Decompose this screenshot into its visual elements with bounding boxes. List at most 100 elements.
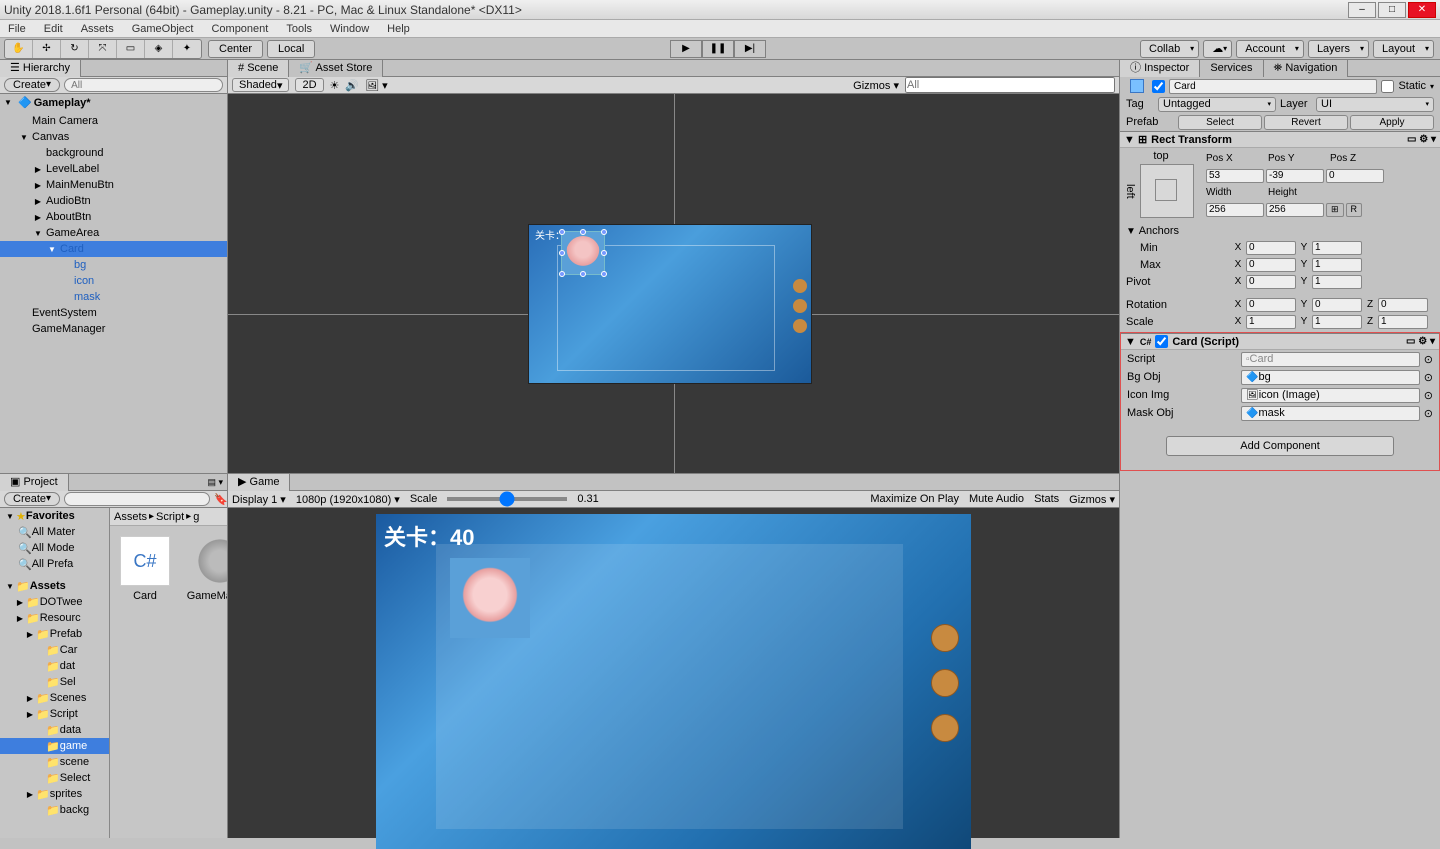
hierarchy-item[interactable]: Main Camera <box>0 113 227 129</box>
menu-file[interactable]: File <box>4 23 30 35</box>
window-max-button[interactable]: □ <box>1378 2 1406 18</box>
game-side-btn-2[interactable] <box>931 669 959 697</box>
asset-card[interactable]: C# Card <box>120 536 170 602</box>
posz-field[interactable] <box>1326 169 1384 183</box>
scene-name[interactable]: ▼🔷 Gameplay* <box>0 94 227 111</box>
game-side-btn-3[interactable] <box>931 714 959 742</box>
tool-move[interactable]: ✢ <box>33 40 61 58</box>
mask-obj-field[interactable]: 🔷 mask <box>1241 406 1420 421</box>
rect-transform-header[interactable]: ▼ ⊞ Rect Transform▭ ⚙ ▾ <box>1120 131 1440 148</box>
hierarchy-item[interactable]: mask <box>0 289 227 305</box>
project-folder[interactable]: ▶📁 DOTwee <box>0 594 109 610</box>
hierarchy-item[interactable]: ▶AudioBtn <box>0 193 227 209</box>
hierarchy-search[interactable] <box>64 78 223 92</box>
gameobject-icon[interactable] <box>1130 79 1144 93</box>
2d-toggle[interactable]: 2D <box>295 78 323 92</box>
window-close-button[interactable]: ✕ <box>1408 2 1436 18</box>
project-folder[interactable]: 📁 scene <box>0 754 109 770</box>
game-gizmos-dropdown[interactable]: Gizmos ▾ <box>1069 493 1115 506</box>
project-folder[interactable]: ▶📁 Resourc <box>0 610 109 626</box>
raw-edit-icon[interactable]: R <box>1346 203 1363 217</box>
hierarchy-item[interactable]: ▼GameArea <box>0 225 227 241</box>
rot-y[interactable] <box>1312 298 1362 312</box>
tool-rect[interactable]: ▭ <box>117 40 145 58</box>
script-field[interactable]: ▫ Card <box>1241 352 1420 367</box>
project-tab[interactable]: ▣ Project <box>0 474 69 491</box>
shaded-dropdown[interactable]: Shaded ▾ <box>232 78 289 92</box>
collab-dropdown[interactable]: Collab <box>1140 40 1199 58</box>
light-icon[interactable]: ☀ <box>330 79 340 92</box>
assetstore-tab[interactable]: 🛒 Asset Store <box>289 60 383 77</box>
height-field[interactable] <box>1266 203 1324 217</box>
menu-component[interactable]: Component <box>207 23 272 35</box>
window-min-button[interactable]: – <box>1348 2 1376 18</box>
card-script-header[interactable]: ▼ C# Card (Script)▭ ⚙ ▾ <box>1121 333 1439 350</box>
hierarchy-item[interactable]: ▶AboutBtn <box>0 209 227 225</box>
posy-field[interactable] <box>1266 169 1324 183</box>
pivot-x[interactable] <box>1246 275 1296 289</box>
services-tab[interactable]: Services <box>1200 60 1263 77</box>
hierarchy-item[interactable]: icon <box>0 273 227 289</box>
resolution-dropdown[interactable]: 1080p (1920x1080) ▾ <box>296 493 400 506</box>
max-on-play-toggle[interactable]: Maximize On Play <box>870 493 959 505</box>
menu-assets[interactable]: Assets <box>77 23 118 35</box>
project-folder[interactable]: 📁 backg <box>0 802 109 818</box>
menu-window[interactable]: Window <box>326 23 373 35</box>
panel-menu-icon[interactable]: ▤ ▾ <box>203 477 227 488</box>
hierarchy-tab[interactable]: ☰ Hierarchy <box>0 60 81 77</box>
asset-gamemanager[interactable]: GameMana... <box>190 536 227 602</box>
inspector-tab[interactable]: ⓘ Inspector <box>1120 60 1200 77</box>
hierarchy-item[interactable]: bg <box>0 257 227 273</box>
display-dropdown[interactable]: Display 1 ▾ <box>232 493 286 506</box>
icon-img-field[interactable]: 🖼 icon (Image) <box>1241 388 1420 403</box>
hierarchy-item[interactable]: GameManager <box>0 321 227 337</box>
project-create-button[interactable]: Create ▾ <box>4 492 60 506</box>
crumb-script[interactable]: Script <box>156 511 184 523</box>
gizmos-dropdown[interactable]: Gizmos ▾ <box>853 79 899 92</box>
anchor-min-x[interactable] <box>1246 241 1296 255</box>
space-local-toggle[interactable]: Local <box>267 40 315 58</box>
rot-x[interactable] <box>1246 298 1296 312</box>
hierarchy-item[interactable]: ▶LevelLabel <box>0 161 227 177</box>
game-view[interactable]: 关卡：40 <box>228 508 1119 838</box>
account-dropdown[interactable]: Account <box>1236 40 1304 58</box>
gameobject-enabled-checkbox[interactable] <box>1152 80 1165 93</box>
hierarchy-create-button[interactable]: Create ▾ <box>4 78 60 92</box>
menu-help[interactable]: Help <box>383 23 414 35</box>
game-side-btn-1[interactable] <box>931 624 959 652</box>
tool-custom[interactable]: ✦ <box>173 40 201 58</box>
static-checkbox[interactable] <box>1381 80 1394 93</box>
fx-icon[interactable]: 🖼 ▾ <box>365 79 388 92</box>
project-folder[interactable]: 📁 Sel <box>0 674 109 690</box>
pause-button[interactable]: ❚❚ <box>702 40 734 58</box>
tool-hand[interactable]: ✋ <box>5 40 33 58</box>
add-component-button[interactable]: Add Component <box>1166 436 1394 456</box>
menu-tools[interactable]: Tools <box>282 23 316 35</box>
hierarchy-item[interactable]: ▼Canvas <box>0 129 227 145</box>
scene-search[interactable] <box>905 77 1115 93</box>
menu-edit[interactable]: Edit <box>40 23 67 35</box>
blueprint-icon[interactable]: ⊞ <box>1326 203 1344 217</box>
mute-audio-toggle[interactable]: Mute Audio <box>969 493 1024 505</box>
anchor-min-y[interactable] <box>1312 241 1362 255</box>
audio-icon[interactable]: 🔊 <box>345 79 359 92</box>
scene-view[interactable]: 关卡：40 <box>228 94 1119 473</box>
scale-slider[interactable] <box>447 497 567 501</box>
scl-z[interactable] <box>1378 315 1428 329</box>
project-folder[interactable]: 📁 dat <box>0 658 109 674</box>
anchor-max-x[interactable] <box>1246 258 1296 272</box>
project-folder[interactable]: 📁 game <box>0 738 109 754</box>
project-content[interactable]: Assets ▸ Script ▸ g C# Card GameMana... <box>110 508 227 838</box>
stats-toggle[interactable]: Stats <box>1034 493 1059 505</box>
tool-transform[interactable]: ◈ <box>145 40 173 58</box>
tool-rotate[interactable]: ↻ <box>61 40 89 58</box>
hierarchy-item[interactable]: ▶MainMenuBtn <box>0 177 227 193</box>
project-folder[interactable]: ▶📁 Scenes <box>0 690 109 706</box>
prefab-select-button[interactable]: Select <box>1178 115 1262 130</box>
project-folder[interactable]: ▶📁 Script <box>0 706 109 722</box>
hierarchy-tree[interactable]: Main Camera▼Canvasbackground▶LevelLabel▶… <box>0 111 227 490</box>
hierarchy-item[interactable]: background <box>0 145 227 161</box>
tool-scale[interactable]: ⤧ <box>89 40 117 58</box>
prefab-revert-button[interactable]: Revert <box>1264 115 1348 130</box>
project-folder[interactable]: 📁 data <box>0 722 109 738</box>
